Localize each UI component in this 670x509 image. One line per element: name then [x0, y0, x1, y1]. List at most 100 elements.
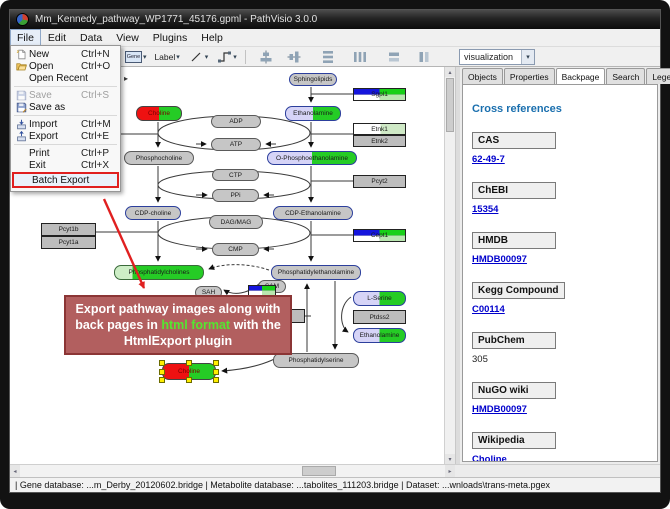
canvas-horizontal-scrollbar[interactable]: ◂ ▸: [10, 465, 455, 477]
pathway-node-o-phosphoethanolamine[interactable]: O-Phosphoethanolamine: [267, 151, 357, 165]
menubar-item-file[interactable]: File: [10, 29, 41, 46]
pathway-node-phosphocholine[interactable]: Phosphocholine: [124, 151, 194, 165]
chevron-down-icon[interactable]: ▾: [205, 53, 209, 61]
menu-item-label: New: [29, 49, 81, 60]
pathway-node-cept1[interactable]: Cept1: [353, 229, 406, 242]
file-menu-item-save[interactable]: SaveCtrl+S: [11, 89, 120, 101]
window-titlebar[interactable]: Mm_Kennedy_pathway_WP1771_45176.gpml - P…: [10, 10, 660, 29]
tab-legend[interactable]: Legend: [646, 68, 670, 84]
canvas-vertical-scrollbar[interactable]: ▴ ▾: [444, 67, 455, 464]
connector-tool-button[interactable]: ▾: [214, 49, 239, 65]
menubar-item-view[interactable]: View: [109, 29, 146, 46]
pathway-node-pcyt2[interactable]: Pcyt2: [353, 175, 406, 188]
file-menu-item-save-as[interactable]: Save as: [11, 101, 120, 113]
chevron-down-icon[interactable]: ▾: [233, 53, 237, 61]
pathway-node-atp[interactable]: ATP: [211, 138, 261, 151]
pathway-node-sgpl1[interactable]: Sgpl1: [353, 88, 406, 101]
pathway-node-ctp[interactable]: CTP: [212, 169, 259, 181]
selection-handle[interactable]: [186, 377, 192, 383]
pathway-node-cmp[interactable]: CMP: [212, 243, 259, 256]
file-menu-item-open[interactable]: OpenCtrl+O: [11, 60, 120, 72]
menubar-item-help[interactable]: Help: [194, 29, 230, 46]
save-as-icon: [13, 101, 29, 113]
pathway-node-phosphatidylethanolamine[interactable]: Phosphatidylethanolamine: [271, 265, 361, 280]
distribute-vertical-icon[interactable]: [320, 49, 336, 65]
pathway-node-pcyt1a[interactable]: Pcyt1a: [41, 236, 96, 249]
crossref-link[interactable]: 62-49-7: [472, 154, 648, 165]
pathway-node-l-serine[interactable]: L-Serine: [353, 291, 406, 306]
pathway-node-ethanolamine-bottom[interactable]: Ethanolamine: [353, 328, 406, 343]
cross-references-list: CAS62-49-7ChEBI15354HMDBHMDB00097Kegg Co…: [472, 130, 648, 462]
pathway-node-etnk2[interactable]: Etnk2: [353, 135, 406, 147]
menubar-item-edit[interactable]: Edit: [41, 29, 73, 46]
crossref-link[interactable]: HMDB00097: [472, 254, 648, 265]
vertical-scroll-thumb[interactable]: [446, 78, 454, 132]
pathway-node-ppi[interactable]: PPi: [212, 189, 259, 202]
pathway-node-cdp-choline[interactable]: CDP-choline: [125, 206, 181, 220]
file-menu-item-new[interactable]: NewCtrl+N: [11, 48, 120, 60]
crossref-section-wikipedia: WikipediaCholine: [472, 430, 648, 462]
pathway-node-ptdss2[interactable]: Ptdss2: [353, 310, 406, 324]
tab-backpage[interactable]: Backpage: [556, 68, 606, 84]
file-menu-item-print[interactable]: PrintCtrl+P: [11, 147, 120, 159]
selection-handle[interactable]: [159, 377, 165, 383]
tab-properties[interactable]: Properties: [504, 68, 555, 84]
pathvisio-app-icon: [16, 13, 29, 26]
align-middle-icon[interactable]: [286, 49, 302, 65]
scroll-up-icon[interactable]: ▴: [445, 67, 455, 77]
common-height-icon[interactable]: [416, 49, 432, 65]
pathway-node-phosphatidylserine[interactable]: Phosphatidylserine: [273, 353, 359, 368]
file-menu-item-import[interactable]: ImportCtrl+M: [11, 118, 120, 130]
scroll-right-icon[interactable]: ▸: [445, 465, 455, 477]
selection-handle[interactable]: [213, 360, 219, 366]
pathway-node-etnk1[interactable]: Etnk1: [353, 123, 406, 135]
file-menu-item-export[interactable]: ExportCtrl+E: [11, 130, 120, 142]
chevron-down-icon[interactable]: ▾: [521, 50, 534, 64]
pathway-node-choline-top[interactable]: Choline: [136, 106, 182, 121]
pathway-node-sphingolipids[interactable]: Sphingolipids: [289, 73, 337, 86]
scroll-left-icon[interactable]: ◂: [10, 465, 20, 477]
sidebar-tabs: ObjectsPropertiesBackpageSearchLegend: [460, 67, 660, 84]
label-tool-button[interactable]: Label ▾: [152, 49, 181, 65]
menubar-item-data[interactable]: Data: [73, 29, 109, 46]
menu-item-label: Save as: [29, 102, 81, 113]
pathway-node-cdp-ethanolamine[interactable]: CDP-Ethanolamine: [273, 206, 353, 220]
scroll-down-icon[interactable]: ▾: [445, 454, 455, 464]
selection-handle[interactable]: [213, 377, 219, 383]
align-center-icon[interactable]: [258, 49, 274, 65]
chevron-down-icon[interactable]: ▾: [143, 53, 147, 61]
visualization-combobox[interactable]: visualization ▾: [459, 49, 535, 65]
common-width-icon[interactable]: [386, 49, 402, 65]
crossref-section-nugo-wiki: NuGO wikiHMDB00097: [472, 380, 648, 415]
file-menu-item-batch-export[interactable]: Batch Export: [12, 172, 119, 188]
crossref-link[interactable]: C00114: [472, 304, 648, 315]
crossref-link[interactable]: Choline: [472, 454, 648, 462]
crossref-link[interactable]: 15354: [472, 204, 648, 215]
horizontal-scroll-thumb[interactable]: [302, 466, 336, 476]
pathway-node-adp[interactable]: ADP: [211, 115, 261, 128]
menubar-item-plugins[interactable]: Plugins: [146, 29, 194, 46]
crossref-link[interactable]: HMDB00097: [472, 404, 648, 415]
menu-item-shortcut: Ctrl+E: [81, 131, 117, 142]
tab-objects[interactable]: Objects: [462, 68, 503, 84]
pathway-node-dag-mag[interactable]: DAG/MAG: [209, 215, 263, 229]
crossref-section-chebi: ChEBI 15354: [472, 180, 648, 215]
pathway-node-pcyt1b[interactable]: Pcyt1b: [41, 223, 96, 236]
datanode-tool-button[interactable]: Gene ▾: [123, 49, 149, 65]
pathway-node-ethanolamine-top[interactable]: Ethanolamine: [285, 106, 341, 121]
file-menu-dropdown: NewCtrl+NOpenCtrl+OOpen Recent▸ SaveCtrl+…: [10, 45, 121, 192]
selection-handle[interactable]: [186, 360, 192, 366]
selection-handle[interactable]: [159, 360, 165, 366]
chevron-down-icon[interactable]: ▾: [176, 53, 180, 61]
file-menu-item-open-recent[interactable]: Open Recent▸: [11, 72, 120, 84]
tab-search[interactable]: Search: [606, 68, 645, 84]
status-text: | Gene database: ...m_Derby_20120602.bri…: [15, 480, 550, 490]
crossref-source-header: ChEBI: [472, 182, 556, 199]
datanode-tool-icon: Gene: [125, 51, 142, 63]
selection-handle[interactable]: [213, 369, 219, 375]
file-menu-item-exit[interactable]: ExitCtrl+X: [11, 159, 120, 171]
pathway-node-phosphatidylcholines[interactable]: Phosphatidylcholines: [114, 265, 204, 280]
line-tool-button[interactable]: ▾: [186, 49, 211, 65]
selection-handle[interactable]: [159, 369, 165, 375]
distribute-horizontal-icon[interactable]: [352, 49, 368, 65]
